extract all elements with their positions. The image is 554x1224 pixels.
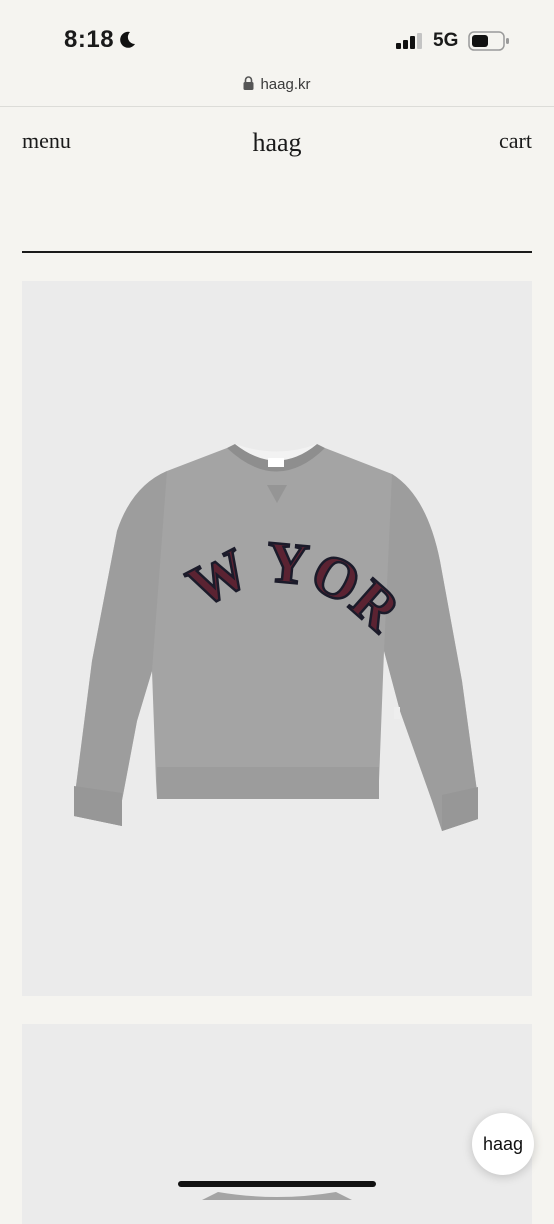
status-bar: 8:18 5G xyxy=(0,0,554,72)
moon-icon xyxy=(120,31,135,48)
product-image-sweatshirt[interactable] xyxy=(22,1024,532,1224)
battery-icon xyxy=(468,31,509,51)
product-card[interactable]: NEW YORK xyxy=(22,281,532,996)
clock: 8:18 xyxy=(64,26,115,53)
chat-button-label: haag xyxy=(482,1133,524,1154)
url-display[interactable]: haag.kr xyxy=(0,76,554,93)
menu-link[interactable]: menu xyxy=(22,128,71,154)
home-indicator[interactable] xyxy=(178,1181,376,1187)
cart-link[interactable]: cart xyxy=(499,128,532,154)
product-card[interactable] xyxy=(22,1024,532,1224)
product-image-new-york-sweatshirt[interactable]: NEW YORK xyxy=(22,281,532,996)
site-header: menu haag cart xyxy=(22,128,532,160)
browser-url-bar[interactable]: haag.kr xyxy=(0,72,554,107)
url-text: haag.kr xyxy=(260,76,311,93)
header-divider xyxy=(22,251,532,253)
lock-icon xyxy=(243,76,254,90)
brand-logo-link[interactable]: haag xyxy=(252,128,301,157)
signal-bars-icon xyxy=(396,33,422,49)
network-type: 5G xyxy=(433,30,459,51)
chat-button[interactable]: haag xyxy=(472,1113,534,1175)
